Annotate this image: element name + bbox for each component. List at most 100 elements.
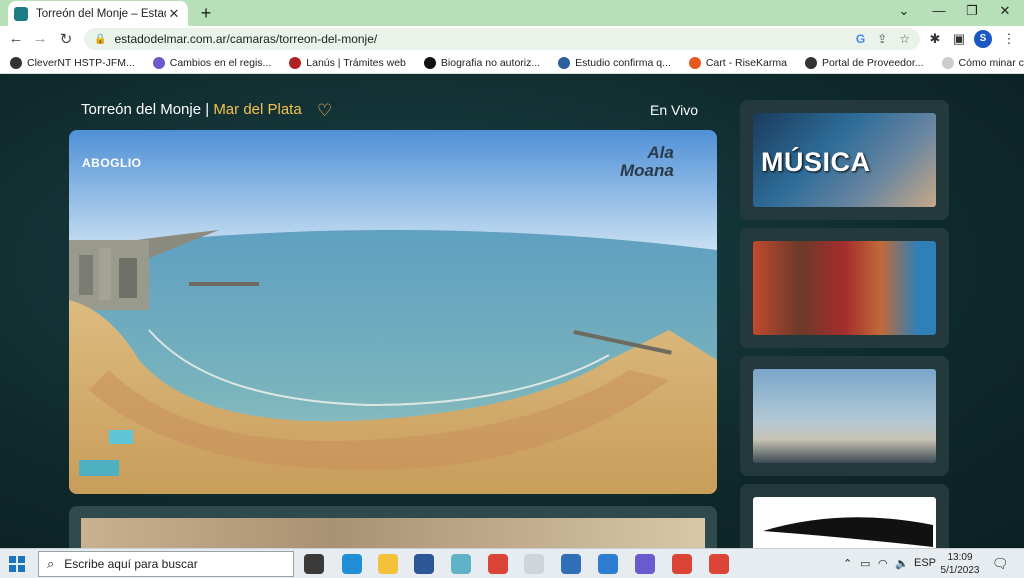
profile-avatar[interactable]: S — [974, 30, 992, 48]
bookmark-favicon-icon — [289, 56, 302, 69]
volume-icon[interactable]: 🔈 — [895, 557, 909, 570]
bookmark-label: Cart - RiseKarma — [705, 56, 787, 69]
sidebar-card-store[interactable] — [740, 228, 949, 348]
lock-icon[interactable]: 🔒 — [94, 34, 106, 45]
restore-button[interactable]: ❐ — [962, 3, 982, 19]
bookmark-label: Cambios en el regis... — [169, 56, 272, 69]
edge-taskbar-icon[interactable] — [342, 554, 362, 574]
webpage-content: Torreón del Monje | Mar del Plata ♡ En V… — [0, 74, 1024, 548]
task-view-taskbar-icon[interactable] — [304, 554, 324, 574]
taskbar-search-placeholder: Escribe aquí para buscar — [64, 557, 198, 571]
next-camera-thumbnail — [81, 518, 705, 548]
bookmark-favicon-icon — [10, 56, 22, 69]
camera-name: Torreón del Monje — [81, 101, 202, 118]
aboglio-logo: ABOGLIO — [82, 156, 142, 170]
security-taskbar-icon[interactable] — [598, 554, 618, 574]
windows-start-icon[interactable] — [9, 556, 25, 572]
browser-tab-active[interactable]: Torreón del Monje – Estado del M ✕ — [8, 1, 188, 26]
ala-moana-line2: Moana — [620, 161, 674, 180]
tab-close-icon[interactable]: ✕ — [166, 6, 182, 22]
favorite-heart-icon[interactable]: ♡ — [317, 101, 332, 121]
beach-webcam-image — [69, 130, 717, 494]
chrome-2-taskbar-icon[interactable] — [524, 554, 544, 574]
bookmark-item[interactable]: CleverNT HSTP-JFM... — [10, 56, 135, 69]
bookmarks-bar: CleverNT HSTP-JFM... Cambios en el regis.… — [0, 52, 1024, 74]
bookmark-label: Portal de Proveedor... — [821, 56, 924, 69]
clock-time: 13:09 — [947, 552, 973, 563]
ala-moana-line1: Ala — [647, 143, 674, 162]
new-tab-button[interactable]: + — [196, 3, 216, 24]
bookmark-item[interactable]: Biografia no autoriz... — [423, 56, 541, 69]
clock-date: 5/1/2023 — [940, 565, 980, 576]
sidebar-card-musica[interactable]: MÚSICA — [740, 100, 949, 220]
bookmark-favicon-icon — [152, 56, 165, 69]
sidebar-card-surfboard[interactable] — [740, 484, 949, 548]
browser-toolbar: ← → ↻ 🔒 estadodelmar.com.ar/camaras/torr… — [0, 26, 1024, 52]
forward-button[interactable]: → — [30, 30, 50, 47]
remote-desktop-taskbar-icon[interactable] — [561, 554, 581, 574]
menu-icon[interactable]: ⋮ — [1000, 31, 1018, 47]
address-bar[interactable]: 🔒 estadodelmar.com.ar/camaras/torreon-de… — [84, 28, 920, 50]
bookmark-item[interactable]: Cómo minar cripto... — [941, 56, 1024, 69]
surf-ad-image — [753, 369, 936, 463]
language-indicator[interactable]: ESP — [914, 557, 936, 569]
share-icon[interactable]: ⇪ — [877, 32, 887, 46]
tab-search-icon[interactable]: ⌄ — [894, 3, 914, 19]
chrome-profile-taskbar-icon[interactable] — [672, 554, 692, 574]
wifi-icon[interactable]: ◠ — [878, 557, 888, 570]
url-text[interactable]: estadodelmar.com.ar/camaras/torreon-del-… — [114, 32, 843, 46]
minimize-button[interactable]: — — [929, 3, 949, 18]
google-translate-icon[interactable]: G — [856, 32, 865, 46]
live-label: En Vivo — [650, 102, 698, 118]
bookmark-label: Estudio confirma q... — [575, 56, 671, 69]
bookmark-label: Biografia no autoriz... — [440, 56, 541, 69]
show-hidden-icons[interactable]: ⌃ — [843, 557, 852, 570]
sidebar-card-surf[interactable] — [740, 356, 949, 476]
app-teal-taskbar-icon[interactable] — [451, 554, 471, 574]
notification-center-icon[interactable]: 🗨 — [992, 556, 1009, 572]
taskbar-search-box[interactable]: ⌕ Escribe aquí para buscar — [38, 551, 294, 577]
windows-taskbar: ⌕ Escribe aquí para buscar ⌃ ▭ ◠ 🔈 ESP 1… — [0, 548, 1024, 578]
bookmark-favicon-icon — [941, 56, 954, 69]
search-icon: ⌕ — [47, 556, 55, 571]
tab-strip: Torreón del Monje – Estado del M ✕ + ⌄ —… — [0, 0, 1024, 26]
camera-title: Torreón del Monje | Mar del Plata — [81, 101, 302, 118]
bookmark-item[interactable]: Portal de Proveedor... — [804, 56, 924, 69]
reload-button[interactable]: ↻ — [56, 30, 76, 48]
bookmark-item[interactable]: Cart - RiseKarma — [688, 56, 787, 69]
drop-app-taskbar-icon[interactable] — [635, 554, 655, 574]
site-favicon-icon — [14, 6, 28, 21]
bookmark-star-icon[interactable]: ☆ — [899, 32, 910, 46]
bookmark-item[interactable]: Lanús | Trámites web — [289, 56, 406, 69]
bookmark-favicon-icon — [804, 56, 817, 69]
chrome-taskbar-icon[interactable] — [488, 554, 508, 574]
file-explorer-taskbar-icon[interactable] — [378, 554, 398, 574]
bookmark-item[interactable]: Cambios en el regis... — [152, 56, 272, 69]
surfboard-ad-image — [753, 497, 936, 548]
tab-title: Torreón del Monje – Estado del M — [36, 7, 166, 20]
bookmark-favicon-icon — [558, 56, 571, 69]
next-camera-card[interactable] — [69, 506, 717, 548]
webcam-video-player[interactable] — [69, 130, 717, 494]
extensions-icon[interactable]: ✱ — [926, 31, 944, 47]
system-clock[interactable]: 13:09 5/1/2023 — [938, 551, 982, 577]
back-button[interactable]: ← — [6, 30, 26, 47]
bookmark-label: CleverNT HSTP-JFM... — [27, 56, 135, 69]
musica-ad-image: MÚSICA — [753, 113, 936, 207]
title-separator: | — [201, 101, 214, 118]
surfboard-shape-icon — [763, 517, 933, 547]
bookmark-favicon-icon — [688, 56, 701, 69]
bookmark-item[interactable]: Estudio confirma q... — [558, 56, 671, 69]
network-status-icon[interactable]: ▭ — [860, 557, 870, 570]
word-taskbar-icon[interactable] — [414, 554, 434, 574]
camera-city[interactable]: Mar del Plata — [213, 101, 301, 118]
bookmark-favicon-icon — [423, 56, 436, 69]
store-ad-image — [753, 241, 936, 335]
side-panel-icon[interactable]: ▣ — [950, 31, 968, 47]
ala-moana-logo: Ala Moana — [620, 144, 674, 180]
close-window-button[interactable]: ✕ — [995, 3, 1015, 19]
aboglio-text: ABOGLIO — [82, 156, 142, 170]
chrome-3-taskbar-icon[interactable] — [709, 554, 729, 574]
bookmark-label: Cómo minar cripto... — [958, 56, 1024, 69]
bookmark-label: Lanús | Trámites web — [306, 56, 406, 69]
